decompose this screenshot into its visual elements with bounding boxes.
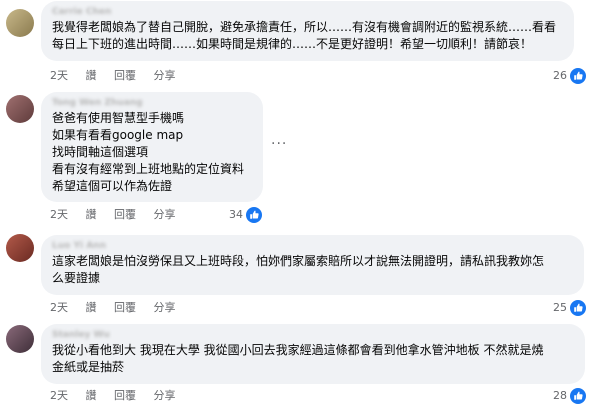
comment-author[interactable]: Luo Yi Ann <box>52 241 573 252</box>
comment-text-line: 爸爸有使用智慧型手機嗎 <box>52 111 185 125</box>
reaction-count[interactable]: 25 <box>540 300 586 316</box>
comment-text-line: 我從小看他到大 我現在大學 我從國小回去我家經過這條都會看到他拿水管沖地板 不然… <box>52 343 544 357</box>
like-count: 28 <box>553 389 567 402</box>
share-action[interactable]: 分享 <box>154 68 176 84</box>
avatar[interactable] <box>6 325 34 353</box>
comment-time[interactable]: 2天 <box>50 300 68 316</box>
more-options-icon[interactable]: ··· <box>271 136 287 152</box>
comment-text-line: 這家老闆娘是怕沒勞保且又上班時段，怕妳們家屬索賠所以才說無法開證明，請私訊我教妳… <box>52 254 545 268</box>
comment-actions: 2天 讚 回覆 分享 <box>50 388 190 404</box>
reply-action[interactable]: 回覆 <box>114 207 136 223</box>
reply-action[interactable]: 回覆 <box>114 388 136 404</box>
comment-author[interactable]: Carrie Chen <box>52 7 563 18</box>
comment-author[interactable]: Tong Wen Zhuang <box>52 98 252 109</box>
comment-text-line: 我覺得老闆娘為了替自己開脫，避免承擔責任，所以……有沒有機會調附近的監視系統……… <box>52 20 557 34</box>
avatar[interactable] <box>6 9 34 37</box>
like-action[interactable]: 讚 <box>86 207 97 223</box>
comment-bubble: Carrie Chen 我覺得老闆娘為了替自己開脫，避免承擔責任，所以……有沒有… <box>41 1 574 61</box>
comment-bubble: Tong Wen Zhuang 爸爸有使用智慧型手機嗎 如果有看看google … <box>41 92 263 202</box>
comment-actions: 2天 讚 回覆 分享 <box>50 300 190 316</box>
like-action[interactable]: 讚 <box>86 300 97 316</box>
thumbs-up-icon <box>570 300 586 316</box>
share-action[interactable]: 分享 <box>154 388 176 404</box>
reaction-count[interactable]: 26 <box>540 68 586 84</box>
like-count: 26 <box>553 69 567 82</box>
avatar[interactable] <box>6 95 34 123</box>
comment-time[interactable]: 2天 <box>50 207 68 223</box>
thumbs-up-icon <box>246 207 262 223</box>
comment-author[interactable]: Stanley Wu <box>52 330 574 341</box>
reply-action[interactable]: 回覆 <box>114 68 136 84</box>
share-action[interactable]: 分享 <box>154 207 176 223</box>
reaction-count[interactable]: 28 <box>540 388 586 404</box>
comment-text-line: 金紙或是抽菸 <box>52 360 125 374</box>
comment-text-line: 如果有看看google map <box>52 128 184 142</box>
like-count: 34 <box>229 208 243 221</box>
thumbs-up-icon <box>570 68 586 84</box>
reply-action[interactable]: 回覆 <box>114 300 136 316</box>
comment-text-line: 希望這個可以作為佐證 <box>52 179 173 193</box>
share-action[interactable]: 分享 <box>154 300 176 316</box>
like-count: 25 <box>553 301 567 314</box>
avatar[interactable] <box>6 234 34 262</box>
comment-bubble: Stanley Wu 我從小看他到大 我現在大學 我從國小回去我家經過這條都會看… <box>41 324 585 384</box>
comment-text-line: 看有沒有經常到上班地點的定位資料 <box>52 162 245 176</box>
comment-time[interactable]: 2天 <box>50 68 68 84</box>
like-action[interactable]: 讚 <box>86 68 97 84</box>
comment-bubble: Luo Yi Ann 這家老闆娘是怕沒勞保且又上班時段，怕妳們家屬索賠所以才說無… <box>41 235 584 295</box>
comment-text-line: 找時間軸這個選項 <box>52 145 149 159</box>
comment-text-line: 么要證據 <box>52 271 101 285</box>
comment-actions: 2天 讚 回覆 分享 <box>50 207 190 223</box>
thumbs-up-icon <box>570 388 586 404</box>
comment-text-line: 每日上下班的進出時間……如果時間是規律的……不是更好證明！希望一切順利！請節哀！ <box>52 37 533 51</box>
like-action[interactable]: 讚 <box>86 388 97 404</box>
reaction-count[interactable]: 34 <box>216 207 262 223</box>
comment-actions: 2天 讚 回覆 分享 <box>50 68 190 84</box>
comment-time[interactable]: 2天 <box>50 388 68 404</box>
